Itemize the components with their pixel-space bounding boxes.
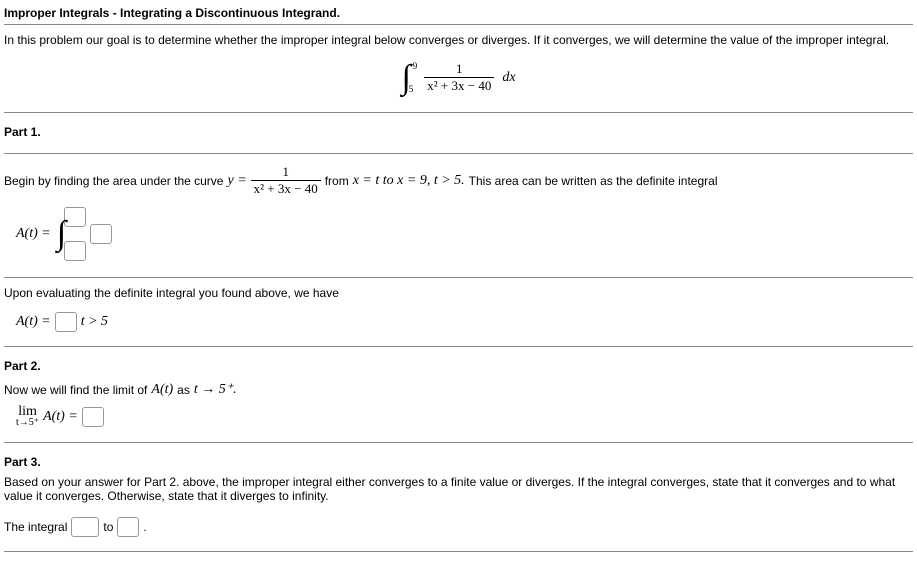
integral-icon-2: ∫ <box>57 219 66 249</box>
part1-text-b: from <box>325 174 349 188</box>
part1-body1: Begin by finding the area under the curv… <box>4 156 913 278</box>
part3-section: Part 3. Based on your answer for Part 2.… <box>4 445 913 552</box>
part1-text-c: This area can be written as the definite… <box>469 174 718 188</box>
part2-lim-cond: t → 5⁺. <box>194 381 237 398</box>
part1-y-eq: y = <box>227 173 246 189</box>
integrand-den: x² + 3x − 40 <box>424 78 494 94</box>
part2-label: Part 2. <box>4 353 913 377</box>
part2-At: A(t) <box>151 382 173 398</box>
part2-section: Part 2. Now we will find the limit of A(… <box>4 349 913 443</box>
dx: dx <box>502 70 515 85</box>
limit-top: lim <box>18 406 37 417</box>
part1-body2: Upon evaluating the definite integral yo… <box>4 280 913 347</box>
part1-eval-text: Upon evaluating the definite integral yo… <box>4 284 913 308</box>
lower-limit-input[interactable] <box>64 241 86 261</box>
part1-eval-At: A(t) = <box>16 314 51 330</box>
part1-text-a: Begin by finding the area under the curv… <box>4 174 223 188</box>
integrand-input[interactable] <box>90 224 112 244</box>
part3-sentence-c: . <box>143 520 146 534</box>
integral-upper: 9 <box>413 62 418 71</box>
converge-diverge-select[interactable] <box>71 517 99 537</box>
limit-value-input[interactable] <box>82 407 104 427</box>
part3-sentence-a: The integral <box>4 520 67 534</box>
limit-notation: lim t→5⁺ <box>16 406 39 428</box>
part2-text: Now we will find the limit of <box>4 383 147 397</box>
part2-text2: as <box>177 383 190 397</box>
part1-frac-den: x² + 3x − 40 <box>251 181 321 197</box>
At-value-input[interactable] <box>55 312 77 332</box>
part1-At-label: A(t) = <box>16 226 51 242</box>
part3-sentence-b: to <box>103 520 113 534</box>
main-integral: ∫ 9 5 1 x² + 3x − 40 dx <box>4 53 913 102</box>
page-title: Improper Integrals - Integrating a Disco… <box>4 4 913 25</box>
part3-label: Part 3. <box>4 449 913 473</box>
converge-value-input[interactable] <box>117 517 139 537</box>
part2-lim-rhs: A(t) = <box>43 409 78 425</box>
limit-bot: t→5⁺ <box>16 417 39 428</box>
part1-header: Part 1. <box>4 115 913 154</box>
part1-cond: x = t to x = 9, t > 5. <box>353 173 465 189</box>
integrand-num: 1 <box>424 61 494 78</box>
intro-text: In this problem our goal is to determine… <box>4 33 913 53</box>
intro-section: In this problem our goal is to determine… <box>4 29 913 113</box>
upper-limit-input[interactable] <box>64 207 86 227</box>
part1-frac-num: 1 <box>251 164 321 181</box>
integral-icon: ∫ <box>401 63 410 93</box>
part3-text: Based on your answer for Part 2. above, … <box>4 473 913 513</box>
part1-label: Part 1. <box>4 119 913 143</box>
part1-eval-suffix: t > 5 <box>81 314 108 330</box>
